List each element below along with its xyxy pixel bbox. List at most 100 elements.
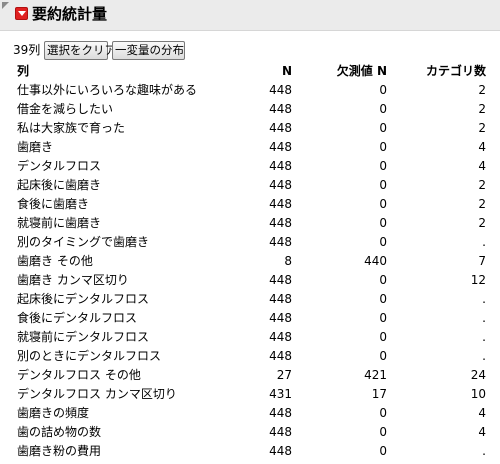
clear-selection-button[interactable]: 選択をクリア [44,41,116,60]
row-variable-name: 食後にデンタルフロス [17,311,138,325]
row-variable-name: 借金を減らしたい [17,102,114,116]
table-row[interactable]: 食後にデンタルフロス 448 0. [0,309,500,328]
table-row[interactable]: デンタルフロス 448 0 4 [0,157,500,176]
table-row[interactable]: デンタルフロス その他 27 421 24 [0,366,500,385]
row-missing-value: 440 [364,254,387,268]
row-variable-name: 別のときにデンタルフロス [17,349,162,363]
row-missing-value: 421 [364,368,387,382]
row-missing-value: 0 [379,216,387,230]
row-missing-value: 0 [379,197,387,211]
row-variable-name: 起床後にデンタルフロス [17,292,150,306]
row-category-count: 2 [478,121,486,135]
table-row[interactable]: 食後に歯磨き 448 0 2 [0,195,500,214]
row-n-value: 448 [269,121,292,135]
row-n-value: 448 [269,102,292,116]
row-variable-name: 私は大家族で育った [17,121,126,135]
row-variable-name: 歯磨き [17,140,54,154]
summary-table: 列 N 欠測値 N カテゴリ数 仕事以外にいろいろな趣味がある 448 0 2 借金を減… [0,62,500,461]
row-variable-name: デンタルフロス カンマ区切り [17,387,177,401]
row-n-value: 448 [269,311,292,325]
table-row[interactable]: 歯の詰め物の数 448 0 4 [0,423,500,442]
row-n-value: 448 [269,444,292,458]
row-n-value: 448 [269,197,292,211]
table-row[interactable]: 歯磨き 448 0 4 [0,138,500,157]
row-variable-name: 就寝前に歯磨き [17,216,102,230]
row-variable-name: 歯磨き カンマ区切り [17,273,129,287]
row-n-value: 448 [269,292,292,306]
row-missing-value: 0 [379,425,387,439]
row-category-count: 2 [478,178,486,192]
row-variable-name: 歯磨き粉の費用 [17,444,102,458]
column-header-name[interactable]: 列 [17,62,29,81]
column-count: 39列 [13,43,41,57]
table-row[interactable]: 就寝前に歯磨き 448 0 2 [0,214,500,233]
row-n-value: 448 [269,178,292,192]
red-triangle-menu-icon[interactable] [15,7,28,20]
row-n-value: 8 [284,254,292,268]
row-missing-value: 0 [379,444,387,458]
column-header-categories[interactable]: カテゴリ数 [426,62,486,81]
row-category-count: 24 [470,368,486,382]
table-row[interactable]: 別のときにデンタルフロス 448 0. [0,347,500,366]
row-category-count: . [482,349,486,363]
row-category-count: . [482,235,486,249]
row-variable-name: 就寝前にデンタルフロス [17,330,150,344]
column-header-n[interactable]: N [282,62,292,81]
row-missing-value: 0 [379,178,387,192]
row-category-count: 7 [478,254,486,268]
row-category-count: 4 [478,406,486,420]
row-category-count: 4 [478,425,486,439]
row-variable-name: 食後に歯磨き [17,197,90,211]
row-variable-name: デンタルフロス その他 [17,368,141,382]
row-category-count: . [482,444,486,458]
row-missing-value: 0 [379,159,387,173]
row-n-value: 448 [269,235,292,249]
row-category-count: 12 [470,273,486,287]
row-n-value: 448 [269,425,292,439]
row-category-count: . [482,330,486,344]
row-missing-value: 0 [379,406,387,420]
row-n-value: 448 [269,349,292,363]
row-variable-name: デンタルフロス [17,159,102,173]
table-row[interactable]: デンタルフロス カンマ区切り 431 17 10 [0,385,500,404]
row-category-count: 2 [478,197,486,211]
row-n-value: 448 [269,330,292,344]
row-category-count: 4 [478,140,486,154]
table-header: 列 N 欠測値 N カテゴリ数 [0,62,500,81]
table-body: 仕事以外にいろいろな趣味がある 448 0 2 借金を減らしたい 448 0 2 私は大家族で育… [0,81,500,461]
row-missing-value: 0 [379,140,387,154]
table-row[interactable]: 借金を減らしたい 448 0 2 [0,100,500,119]
row-missing-value: 0 [379,273,387,287]
collapse-corner-icon[interactable] [2,2,9,9]
table-row[interactable]: 起床後にデンタルフロス 448 0. [0,290,500,309]
panel-title[interactable]: 要約統計量 [32,4,107,24]
row-n-value: 27 [276,368,292,382]
row-variable-name: 歯磨き その他 [17,254,93,268]
row-missing-value: 17 [371,387,387,401]
distribution-button[interactable]: 一変量の分布 [112,41,185,60]
row-n-value: 448 [269,406,292,420]
table-row[interactable]: 歯磨きの頻度 448 0 4 [0,404,500,423]
row-variable-name: 別のタイミングで歯磨き [17,235,150,249]
table-row[interactable]: 就寝前にデンタルフロス 448 0. [0,328,500,347]
row-category-count: . [482,311,486,325]
table-row[interactable]: 歯磨き カンマ区切り 448 0 12 [0,271,500,290]
row-variable-name: 歯の詰め物の数 [17,425,102,439]
table-row[interactable]: 歯磨き その他 8 440 7 [0,252,500,271]
table-row[interactable]: 仕事以外にいろいろな趣味がある 448 0 2 [0,81,500,100]
row-missing-value: 0 [379,235,387,249]
column-header-missing[interactable]: 欠測値 N [337,62,387,81]
table-row[interactable]: 私は大家族で育った 448 0 2 [0,119,500,138]
row-n-value: 448 [269,216,292,230]
row-n-value: 448 [269,83,292,97]
table-row[interactable]: 起床後に歯磨き 448 0 2 [0,176,500,195]
report-header: 要約統計量 [0,0,500,31]
table-row[interactable]: 歯磨き粉の費用 448 0. [0,442,500,461]
row-n-value: 448 [269,273,292,287]
row-missing-value: 0 [379,83,387,97]
row-n-value: 448 [269,159,292,173]
row-category-count: 4 [478,159,486,173]
table-row[interactable]: 別のタイミングで歯磨き 448 0. [0,233,500,252]
row-missing-value: 0 [379,349,387,363]
row-category-count: 10 [470,387,486,401]
